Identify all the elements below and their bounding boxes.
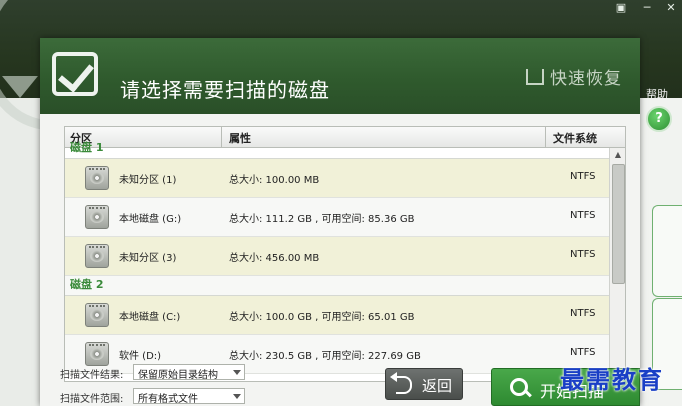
scan-range-select[interactable]: 所有格式文件 [133, 388, 245, 405]
partition-filesystem: NTFS [570, 249, 596, 260]
dialog-header: 请选择需要扫描的磁盘 快速恢复 [40, 38, 640, 114]
hard-disk-icon [85, 205, 109, 229]
scan-result-select[interactable]: 保留原始目录结构 [133, 364, 245, 381]
hard-disk-icon [85, 244, 109, 268]
disk-select-dialog: 请选择需要扫描的磁盘 快速恢复 分区 属性 文件系统 磁盘 1 未知分区 (1)… [40, 38, 640, 406]
dialog-title: 请选择需要扫描的磁盘 [120, 78, 330, 102]
chevron-down-icon [233, 370, 241, 375]
partition-name: 本地磁盘 (G:) [119, 214, 182, 225]
disk-group-label: 磁盘 2 [65, 276, 609, 296]
chevron-down-icon [233, 394, 241, 399]
partition-name: 未知分区 (1) [119, 175, 177, 186]
checkbox-check-icon [52, 52, 98, 96]
back-button[interactable]: 返回 [385, 368, 463, 400]
partition-filesystem: NTFS [570, 347, 596, 358]
table-row[interactable]: 本地磁盘 (C:) 总大小: 100.0 GB , 可用空间: 65.01 GB… [65, 296, 609, 335]
restore-window-icon[interactable]: ▣ [614, 2, 628, 14]
partition-attributes: 总大小: 230.5 GB , 可用空间: 227.69 GB [229, 351, 421, 362]
back-arrow-icon [390, 372, 412, 394]
help-button[interactable]: ? [646, 106, 672, 132]
partition-filesystem: NTFS [570, 308, 596, 319]
close-window-icon[interactable]: ✕ [664, 2, 678, 14]
scan-range-label: 扫描文件范围: [60, 394, 124, 405]
back-button-label: 返回 [422, 377, 453, 395]
table-row[interactable]: 本地磁盘 (G:) 总大小: 111.2 GB , 可用空间: 85.36 GB… [65, 198, 609, 237]
scroll-up-icon[interactable]: ▲ [610, 148, 625, 162]
table-row[interactable]: 未知分区 (1) 总大小: 100.00 MB NTFS [65, 159, 609, 198]
partition-filesystem: NTFS [570, 171, 596, 182]
hard-disk-icon [85, 303, 109, 327]
minimize-window-icon[interactable]: ─ [640, 2, 654, 14]
disk-table: 分区 属性 文件系统 磁盘 1 未知分区 (1) 总大小: 100.00 MB … [64, 126, 626, 382]
watermark-text: 最需教育 [560, 365, 664, 394]
brand-label: 快速恢复 [526, 64, 622, 89]
table-scrollbar[interactable]: ▲ ▼ [609, 148, 625, 381]
disk-group-label: 磁盘 1 [65, 139, 609, 159]
partition-name: 未知分区 (3) [119, 253, 177, 264]
partition-attributes: 总大小: 456.00 MB [229, 253, 320, 264]
scroll-thumb[interactable] [612, 164, 625, 284]
recover-logo-icon [526, 69, 544, 85]
side-card[interactable] [652, 205, 682, 297]
scan-result-value: 保留原始目录结构 [138, 370, 218, 381]
partition-name: 本地磁盘 (C:) [119, 312, 181, 323]
brand-text: 快速恢复 [550, 69, 622, 89]
scan-range-value: 所有格式文件 [138, 394, 198, 405]
table-row[interactable]: 未知分区 (3) 总大小: 456.00 MB NTFS [65, 237, 609, 276]
partition-attributes: 总大小: 111.2 GB , 可用空间: 85.36 GB [229, 214, 415, 225]
partition-attributes: 总大小: 100.0 GB , 可用空间: 65.01 GB [229, 312, 415, 323]
partition-filesystem: NTFS [570, 210, 596, 221]
help-label: 帮助 [646, 88, 668, 101]
partition-name: 软件 (D:) [119, 351, 162, 362]
partition-attributes: 总大小: 100.00 MB [229, 175, 320, 186]
scan-result-label: 扫描文件结果: [60, 370, 124, 381]
table-body: 磁盘 1 未知分区 (1) 总大小: 100.00 MB NTFS 本地磁盘 (… [65, 141, 609, 381]
search-icon [510, 378, 528, 396]
arrow-down-icon [2, 76, 38, 98]
hard-disk-icon [85, 166, 109, 190]
hard-disk-icon [85, 342, 109, 366]
